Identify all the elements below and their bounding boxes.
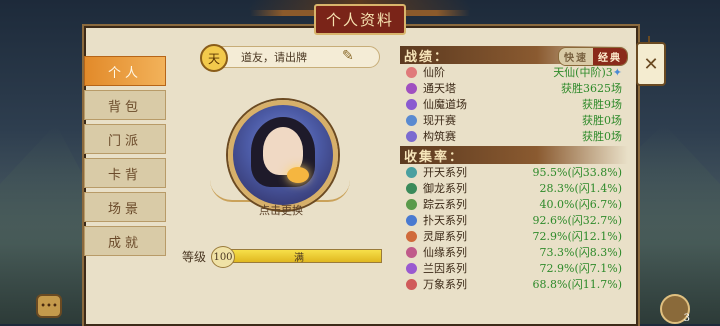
collection-row-label: 灵犀系列 — [423, 230, 467, 243]
chat-button[interactable]: ••• — [36, 294, 62, 318]
collection-row-value: 68.8%(闪11.7%) — [532, 278, 622, 291]
collection-row: 兰因系列 72.9%(闪7.1%) — [400, 260, 628, 276]
sidebar-item-5[interactable]: 成就 — [84, 226, 166, 256]
avatar[interactable] — [228, 100, 338, 210]
sidebar-item-3[interactable]: 卡背 — [84, 158, 166, 188]
stats-row-label: 通天塔 — [423, 82, 456, 95]
rank-badge-icon: 天 — [200, 44, 228, 72]
series-icon — [406, 214, 417, 226]
change-avatar-label[interactable]: 点击更换 — [170, 202, 392, 218]
stats-row-label: 现开赛 — [423, 114, 456, 127]
match-icon — [406, 114, 417, 126]
close-button[interactable]: ✕ — [636, 36, 666, 86]
stats-list: 仙阶 天仙(中阶)3✦ 通天塔 获胜3625场 仙魔道场 获胜9场 现开赛 获胜0场 构筑赛 获胜… — [400, 64, 628, 144]
series-icon — [406, 182, 417, 194]
collection-row-value: 28.3%(闪1.4%) — [539, 182, 622, 195]
greeting-text: 道友，请出牌 — [241, 51, 307, 64]
stats-row-value: 天仙(中阶)3✦ — [553, 64, 628, 80]
rank-star-icon: ✦ — [612, 66, 622, 79]
collection-row: 万象系列 68.8%(闪11.7%) — [400, 276, 628, 292]
collection-row-label: 开天系列 — [423, 166, 467, 179]
sidebar-item-2[interactable]: 门派 — [84, 124, 166, 154]
stats-row: 构筑赛 获胜0场 — [400, 128, 628, 144]
title-banner: 个人资料 — [247, 0, 473, 35]
collection-row: 开天系列 95.5%(闪33.8%) — [400, 164, 628, 180]
collection-row-value: 72.9%(闪7.1%) — [539, 262, 622, 275]
arena-icon — [406, 98, 417, 110]
stats-row: 仙魔道场 获胜9场 — [400, 96, 628, 112]
level-max-text: 满 — [294, 253, 304, 264]
star-icon — [406, 66, 417, 78]
stats-row: 现开赛 获胜0场 — [400, 112, 628, 128]
collection-row-value: 95.5%(闪33.8%) — [532, 166, 622, 179]
stats-row-value: 获胜0场 — [582, 112, 628, 128]
collection-row-label: 仙缘系列 — [423, 246, 467, 259]
collection-list: 开天系列 95.5%(闪33.8%) 御龙系列 28.3%(闪1.4%) 踪云系列 40.… — [400, 164, 628, 292]
stats-row: 通天塔 获胜3625场 — [400, 80, 628, 96]
chat-icon: ••• — [40, 300, 58, 312]
series-icon — [406, 262, 417, 274]
collection-row: 扑天系列 92.6%(闪32.7%) — [400, 212, 628, 228]
series-icon — [406, 230, 417, 242]
collection-row: 踪云系列 40.0%(闪6.7%) — [400, 196, 628, 212]
stats-row-value-text: 获胜9场 — [582, 98, 622, 111]
collection-row-label: 御龙系列 — [423, 182, 467, 195]
stats-header-text: 战绩： — [404, 49, 450, 65]
stats-row: 仙阶 天仙(中阶)3✦ — [400, 64, 628, 80]
sidebar-item-1[interactable]: 背包 — [84, 90, 166, 120]
collection-row: 仙缘系列 73.3%(闪8.3%) — [400, 244, 628, 260]
collection-row-label: 万象系列 — [423, 278, 467, 291]
edit-feather-icon[interactable]: ✎ — [342, 48, 354, 64]
sidebar: 个人背包门派卡背场景成就 — [84, 56, 166, 260]
close-icon: ✕ — [643, 53, 659, 75]
collection-row-value: 40.0%(闪6.7%) — [539, 198, 622, 211]
level-progress-bar: 100 满 — [211, 246, 382, 268]
profile-panel: 道友，请出牌 天 ✎ 点击更换 等级 100 满 — [170, 40, 392, 312]
collection-row-value: 72.9%(闪12.1%) — [532, 230, 622, 243]
collection-row-label: 兰因系列 — [423, 262, 467, 275]
stats-header: 战绩： 快速 经典 — [400, 46, 628, 66]
stats-row-value: 获胜9场 — [582, 96, 628, 112]
page-title: 个人资料 — [313, 4, 407, 35]
sidebar-item-4[interactable]: 场景 — [84, 192, 166, 222]
stats-row-value-text: 获胜0场 — [582, 114, 622, 127]
stats-row-label: 仙魔道场 — [423, 98, 467, 111]
collection-header: 收集率： — [400, 146, 628, 165]
collection-row-label: 踪云系列 — [423, 198, 467, 211]
stats-panel: 战绩： 快速 经典 仙阶 天仙(中阶)3✦ 通天塔 获胜3625场 仙魔道场 获胜9场 现开… — [400, 46, 628, 292]
stats-row-value: 获胜0场 — [582, 128, 628, 144]
sidebar-item-0[interactable]: 个人 — [84, 56, 166, 86]
avatar-glow-orb — [287, 167, 309, 183]
tower-icon — [406, 82, 417, 94]
stats-row-value-text: 获胜3625场 — [561, 82, 622, 95]
stats-row-value: 获胜3625场 — [561, 80, 628, 96]
stats-row-value-text: 天仙(中阶)3 — [553, 66, 613, 79]
collection-row: 灵犀系列 72.9%(闪12.1%) — [400, 228, 628, 244]
bag-count: 3 — [683, 313, 690, 324]
series-icon — [406, 278, 417, 290]
stats-row-label: 仙阶 — [423, 66, 445, 79]
build-icon — [406, 130, 417, 142]
stats-row-label: 构筑赛 — [423, 130, 456, 143]
bag-button[interactable]: 3 — [660, 294, 690, 324]
level-row: 等级 100 满 — [182, 246, 382, 268]
series-icon — [406, 198, 417, 210]
collection-row-value: 73.3%(闪8.3%) — [539, 246, 622, 259]
mode-toggle-classic[interactable]: 经典 — [593, 48, 627, 65]
collection-row-label: 扑天系列 — [423, 214, 467, 227]
series-icon — [406, 166, 417, 178]
collection-header-text: 收集率： — [404, 149, 465, 165]
stats-row-value-text: 获胜0场 — [582, 130, 622, 143]
collection-row: 御龙系列 28.3%(闪1.4%) — [400, 180, 628, 196]
mode-toggle-quick[interactable]: 快速 — [559, 48, 593, 65]
series-icon — [406, 246, 417, 258]
collection-row-value: 92.6%(闪32.7%) — [532, 214, 622, 227]
